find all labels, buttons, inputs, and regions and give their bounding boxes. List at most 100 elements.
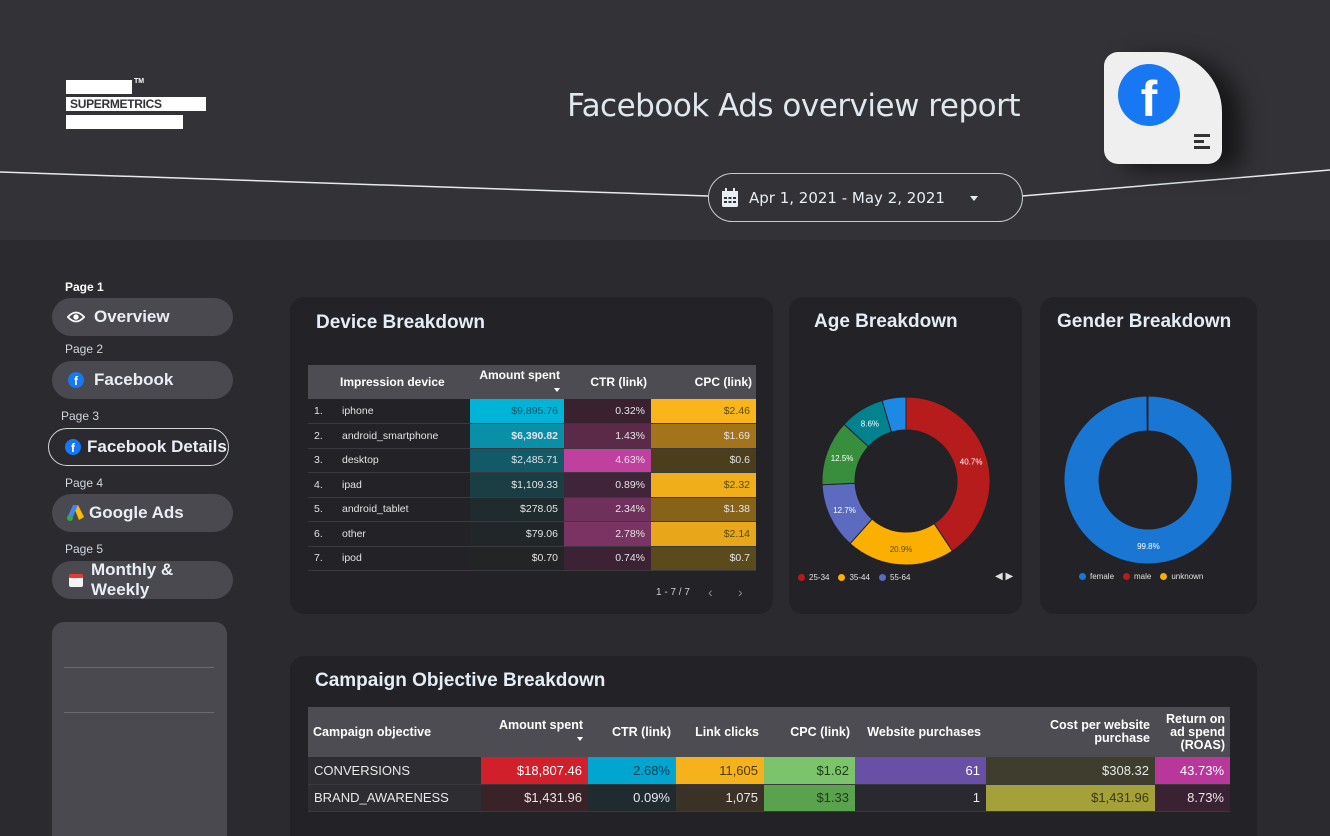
legend-swatch [798, 574, 805, 581]
logo-trademark: TM [134, 78, 145, 85]
next-page-icon[interactable]: › [738, 584, 743, 600]
campaign-objective-cell: CONVERSIONS [308, 757, 481, 785]
ctr-cell: 0.74% [564, 546, 651, 571]
legend-label: 35-44 [849, 573, 870, 582]
column-header-roas[interactable]: Return on ad spend (ROAS) [1155, 707, 1230, 757]
legend-item[interactable]: unknown [1160, 572, 1203, 581]
legend-item[interactable]: female [1079, 572, 1114, 581]
column-header-link-clicks[interactable]: Link clicks [676, 707, 764, 757]
impression-device-cell: other [336, 521, 470, 547]
campaign-objective-title: Campaign Objective Breakdown [315, 670, 606, 691]
pagination-text: 1 - 7 / 7 [656, 587, 690, 598]
cpc-cell: $1.62 [764, 757, 855, 785]
legend-label: 25-34 [809, 573, 830, 582]
nav-page-label-2: Page 2 [65, 342, 104, 356]
table-row[interactable]: 6. other $79.06 2.78% $2.14 [308, 521, 756, 547]
date-range-text: Apr 1, 2021 - May 2, 2021 [749, 188, 945, 207]
legend-swatch [1079, 573, 1086, 580]
nav-monthly-weekly-button[interactable]: Monthly & Weekly [52, 560, 233, 599]
donut-data-label: 99.8% [1137, 542, 1160, 551]
row-index: 2. [308, 423, 336, 449]
table-row[interactable]: 3. desktop $2,485.71 4.63% $0.6 [308, 448, 756, 473]
logo-text: SUPERMETRICS [70, 97, 162, 111]
legend-label: male [1134, 572, 1152, 581]
impression-device-cell: ipod [336, 546, 470, 571]
age-donut-chart: 40.7% 20.9% 12.7% 12.5% 8.6% [821, 396, 991, 566]
amount-spent-cell: $6,390.82 [470, 423, 564, 449]
donut-data-label: 8.6% [861, 419, 879, 428]
side-panel-divider [64, 712, 214, 713]
table-row[interactable]: BRAND_AWARENESS $1,431.96 0.09% 1,075 $1.33 1… [308, 784, 1230, 812]
prev-page-icon[interactable]: ‹ [708, 584, 713, 600]
legend-item[interactable]: 55-64 [878, 573, 911, 582]
side-panel-divider [64, 667, 214, 668]
legend-label: 55-64 [889, 573, 911, 582]
cpc-cell: $1.38 [651, 497, 756, 522]
impression-device-cell: android_tablet [336, 497, 470, 522]
device-breakdown-title: Device Breakdown [316, 312, 485, 333]
legend-item[interactable]: 25-34 [798, 573, 829, 582]
table-row[interactable]: 7. ipod $0.70 0.74% $0.7 [308, 546, 756, 571]
report-title: Facebook Ads overview report [567, 88, 1020, 124]
column-header-campaign-objective[interactable]: Campaign objective [308, 707, 481, 757]
cpc-cell: $0.7 [651, 546, 756, 571]
legend-pagination-arrows[interactable]: ◀ ▶ [995, 571, 1013, 582]
bars-icon [1194, 134, 1214, 154]
legend-item[interactable]: 35-44 [838, 573, 870, 582]
nav-overview-button[interactable]: Overview [52, 298, 233, 336]
amount-spent-cell: $0.70 [470, 546, 564, 571]
ctr-cell: 0.32% [564, 399, 651, 424]
row-index: 7. [308, 546, 336, 571]
legend-item[interactable]: male [1123, 572, 1151, 581]
google-ads-icon [67, 504, 85, 522]
amount-spent-cell: $9,895.76 [470, 399, 564, 424]
column-header-website-purchases[interactable]: Website purchases [855, 707, 986, 757]
legend-label: female [1090, 572, 1115, 581]
column-header-amount-spent[interactable]: Amount spent [470, 365, 564, 399]
website-purchases-cell: 61 [855, 757, 986, 785]
gender-breakdown-card: Gender Breakdown 99.8% female male unknown [1040, 297, 1257, 614]
cpc-cell: $2.32 [651, 472, 756, 498]
nav-facebook-details-label: Facebook Details [87, 437, 227, 456]
table-row[interactable]: 5. android_tablet $278.05 2.34% $1.38 [308, 497, 756, 522]
column-header-cpc[interactable]: CPC (link) [651, 365, 756, 399]
column-header-cpc[interactable]: CPC (link) [764, 707, 855, 757]
legend-label: unknown [1171, 572, 1204, 581]
row-index: 3. [308, 448, 336, 473]
nav-overview-label: Overview [94, 307, 170, 326]
sort-desc-icon [554, 387, 560, 392]
cost-per-purchase-cell: $308.32 [986, 757, 1155, 785]
column-header-amount-spent[interactable]: Amount spent [481, 707, 588, 757]
nav-page-label-4: Page 4 [65, 476, 104, 490]
column-header-ctr[interactable]: CTR (link) [564, 365, 651, 399]
cpc-cell: $0.6 [651, 448, 756, 473]
table-row[interactable]: CONVERSIONS $18,807.46 2.68% 11,605 $1.62 61 $… [308, 757, 1230, 785]
legend-swatch [1123, 573, 1131, 580]
link-clicks-cell: 11,605 [676, 757, 764, 785]
nav-page-label-1: Page 1 [65, 280, 104, 294]
column-header-impression-device[interactable]: Impression device [336, 365, 470, 399]
nav-facebook-label: Facebook [94, 370, 174, 389]
campaign-objective-cell: BRAND_AWARENESS [308, 784, 481, 812]
donut-data-label: 20.9% [890, 545, 913, 554]
amount-spent-cell: $278.05 [470, 497, 564, 522]
table-row[interactable]: 2. android_smartphone $6,390.82 1.43% $1.69 [308, 423, 756, 449]
column-header-cost-per-purchase[interactable]: Cost per website purchase [986, 707, 1155, 757]
table-row[interactable]: 1. iphone $9,895.76 0.32% $2.46 [308, 399, 756, 424]
table-row[interactable]: 4. ipad $1,109.33 0.89% $2.32 [308, 472, 756, 498]
legend-swatch [878, 574, 886, 581]
device-breakdown-card: Device Breakdown Impression device Amoun… [290, 297, 773, 614]
nav-page-label-5: Page 5 [65, 542, 104, 556]
nav-google-ads-button[interactable]: Google Ads [52, 494, 233, 532]
chevron-down-icon[interactable] [970, 196, 978, 201]
nav-facebook-button[interactable]: f Facebook [52, 361, 233, 399]
date-range-picker[interactable]: Apr 1, 2021 - May 2, 2021 [708, 173, 1023, 222]
ctr-cell: 2.68% [588, 757, 676, 785]
row-index: 4. [308, 472, 336, 498]
ctr-cell: 2.34% [564, 497, 651, 522]
facebook-icon: f [64, 438, 82, 456]
donut-slice[interactable] [905, 396, 991, 552]
nav-facebook-details-button[interactable]: f Facebook Details [48, 428, 229, 466]
column-header-ctr[interactable]: CTR (link) [588, 707, 676, 757]
cpc-cell: $1.69 [651, 423, 756, 449]
